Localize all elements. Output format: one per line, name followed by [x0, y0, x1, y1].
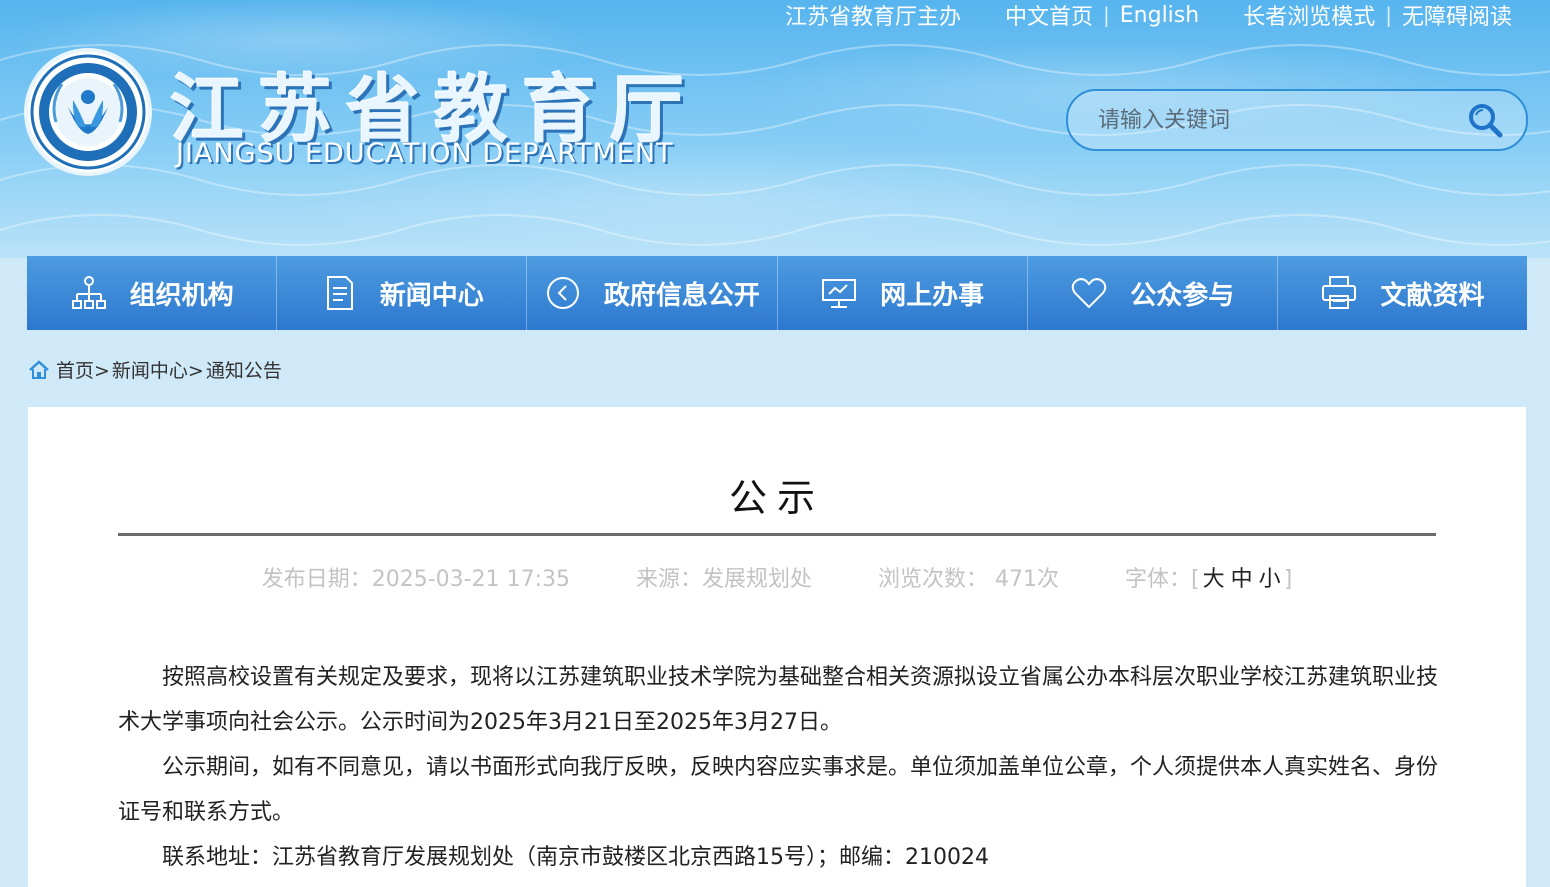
bracket-open: [: [1191, 567, 1200, 592]
article-body: 按照高校设置有关规定及要求，现将以江苏建筑职业技术学院为基础整合相关资源拟设立省…: [118, 655, 1438, 880]
font-size-label: 字体：: [1125, 567, 1192, 592]
source-value: 发展规划处: [702, 567, 813, 592]
host-link[interactable]: 江苏省教育厅主办: [785, 0, 961, 31]
accessibility-link[interactable]: 无障碍阅读: [1402, 0, 1512, 31]
document-icon: [326, 276, 353, 310]
search-box: [1066, 89, 1528, 151]
article-meta: 发布日期：2025-03-21 17:35 来源：发展规划处 浏览次数： 471…: [28, 561, 1526, 593]
breadcrumb-news[interactable]: 新闻中心>: [112, 356, 204, 383]
nav-item-documents[interactable]: 文献资料: [1278, 256, 1527, 330]
main-nav: 组织机构 新闻中心 政府信息公开 网上办事 公众参与 文献资料: [27, 256, 1527, 330]
nav-item-public-participation[interactable]: 公众参与: [1028, 256, 1278, 330]
paragraph: 按照高校设置有关规定及要求，现将以江苏建筑职业技术学院为基础整合相关资源拟设立省…: [118, 665, 1439, 735]
printer-icon: [1322, 276, 1357, 309]
publish-date: 发布日期：2025-03-21 17:35: [262, 561, 570, 593]
top-links: 江苏省教育厅主办 中文首页 | English 长者浏览模式 | 无障碍阅读: [785, 0, 1512, 31]
divider: |: [1385, 3, 1392, 27]
nav-label: 网上办事: [880, 280, 985, 311]
breadcrumb-notices[interactable]: 通知公告: [206, 356, 282, 383]
nav-label: 公众参与: [1130, 280, 1235, 311]
org-chart-icon: [71, 276, 106, 309]
nav-label: 文献资料: [1380, 280, 1485, 311]
emblem-icon: [30, 54, 146, 170]
view-count-value: 471次: [995, 567, 1060, 592]
nav-item-news[interactable]: 新闻中心: [277, 256, 528, 330]
font-size-control: 字体：[大中小]: [1125, 561, 1292, 593]
site-subtitle: JIANGSU EDUCATION DEPARTMENT: [176, 138, 674, 169]
view-count-label: 浏览次数：: [878, 567, 989, 592]
font-medium-button[interactable]: 中: [1231, 567, 1253, 592]
nav-label: 组织机构: [129, 280, 234, 311]
nav-item-organization[interactable]: 组织机构: [27, 256, 278, 330]
elder-mode-link[interactable]: 长者浏览模式: [1243, 0, 1375, 31]
paragraph: 公示期间，如有不同意见，请以书面形式向我厅反映，反映内容应实事求是。单位须加盖单…: [118, 755, 1439, 825]
publish-date-value: 2025-03-21 17:35: [371, 567, 570, 592]
article-panel: 公示 发布日期：2025-03-21 17:35 来源：发展规划处 浏览次数： …: [28, 407, 1526, 887]
paragraph: 联系地址：江苏省教育厅发展规划处（南京市鼓楼区北京西路15号）；邮编：21002…: [162, 845, 989, 870]
view-count: 浏览次数： 471次: [878, 561, 1059, 593]
publish-date-label: 发布日期：: [261, 567, 372, 592]
divider: |: [1103, 3, 1110, 27]
source: 来源：发展规划处: [636, 561, 812, 593]
logo-emblem[interactable]: [28, 52, 148, 172]
title-divider: [118, 533, 1436, 536]
article-title: 公示: [728, 476, 825, 520]
search-icon[interactable]: [1466, 101, 1504, 139]
english-link[interactable]: English: [1120, 3, 1199, 28]
site-header: 江苏省教育厅主办 中文首页 | English 长者浏览模式 | 无障碍阅读 江…: [0, 0, 1550, 258]
bracket-close: ]: [1283, 567, 1293, 592]
home-link[interactable]: 中文首页: [1005, 0, 1093, 31]
heart-icon: [1072, 278, 1107, 309]
font-large-button[interactable]: 大: [1203, 567, 1225, 592]
breadcrumb: 首页> 新闻中心> 通知公告: [28, 356, 284, 383]
monitor-icon: [822, 279, 857, 308]
nav-label: 新闻中心: [379, 280, 484, 311]
home-icon[interactable]: [28, 359, 50, 381]
circle-arrow-icon: [546, 277, 579, 309]
nav-item-online-services[interactable]: 网上办事: [778, 256, 1028, 330]
nav-item-gov-info[interactable]: 政府信息公开: [527, 256, 778, 330]
font-small-button[interactable]: 小: [1259, 567, 1281, 592]
source-label: 来源：: [635, 567, 702, 592]
nav-label: 政府信息公开: [603, 280, 760, 311]
search-input[interactable]: [1096, 103, 1460, 137]
breadcrumb-home[interactable]: 首页>: [56, 356, 110, 383]
